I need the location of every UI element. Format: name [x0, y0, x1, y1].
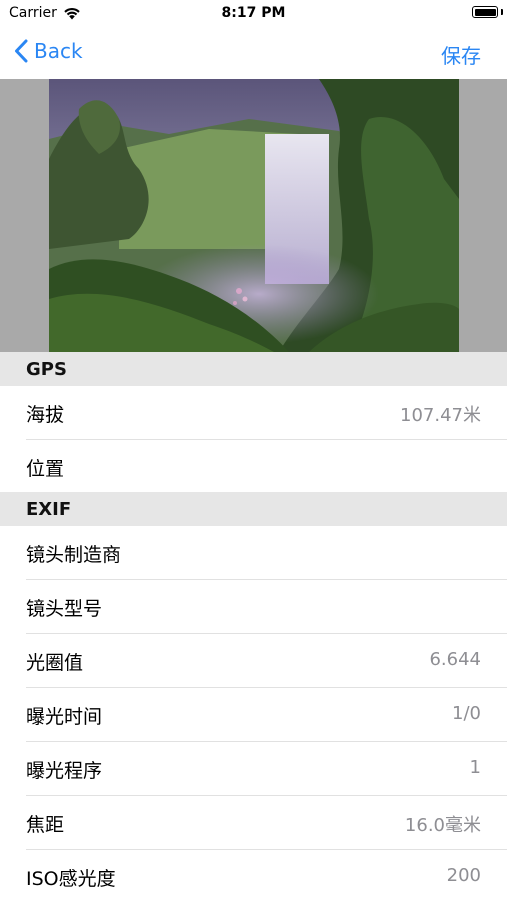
photo-container: [0, 79, 507, 352]
row-lens-make[interactable]: 镜头制造商: [0, 526, 507, 580]
row-exposure-program[interactable]: 曝光程序 1: [0, 742, 507, 796]
section-title-gps: GPS: [26, 359, 67, 380]
row-aperture[interactable]: 光圈值 6.644: [0, 634, 507, 688]
row-label: 焦距: [26, 814, 65, 836]
row-value: 1: [469, 757, 481, 778]
photo-preview[interactable]: [49, 79, 459, 352]
row-location[interactable]: 位置: [0, 440, 507, 494]
row-label: 镜头制造商: [26, 544, 122, 566]
navigation-bar: Back 保存: [0, 28, 507, 78]
chevron-left-icon: [15, 39, 28, 63]
row-label: 位置: [26, 458, 65, 480]
battery-cap: [501, 9, 503, 15]
row-exposure-time[interactable]: 曝光时间 1/0: [0, 688, 507, 742]
save-button[interactable]: 保存: [441, 40, 481, 69]
battery-icon: [472, 6, 498, 18]
back-label: Back: [34, 39, 83, 63]
row-altitude[interactable]: 海拔 107.47米: [0, 386, 507, 440]
row-focal-length[interactable]: 焦距 16.0毫米: [0, 796, 507, 850]
row-lens-model[interactable]: 镜头型号: [0, 580, 507, 634]
row-label: 曝光时间: [26, 706, 103, 728]
section-title-exif: EXIF: [26, 499, 72, 520]
waterfall-photo: [49, 79, 459, 352]
row-label: 光圈值: [26, 652, 84, 674]
back-button[interactable]: Back: [14, 39, 83, 63]
row-label: 海拔: [26, 404, 65, 426]
section-header-exif: EXIF: [0, 492, 507, 526]
row-label: 曝光程序: [26, 760, 103, 782]
row-value: 200: [446, 865, 481, 886]
row-label: ISO感光度: [26, 868, 116, 890]
row-value: 16.0毫米: [404, 815, 481, 836]
section-header-gps: GPS: [0, 352, 507, 386]
row-iso[interactable]: ISO感光度 200: [0, 850, 507, 900]
battery-level-fill: [474, 8, 496, 16]
row-value: 6.644: [429, 649, 481, 670]
row-label: 镜头型号: [26, 598, 103, 620]
row-value: 1/0: [452, 703, 481, 724]
status-bar: Carrier 8:17 PM: [0, 0, 507, 28]
row-value: 107.47米: [400, 405, 481, 426]
status-time: 8:17 PM: [221, 5, 286, 21]
